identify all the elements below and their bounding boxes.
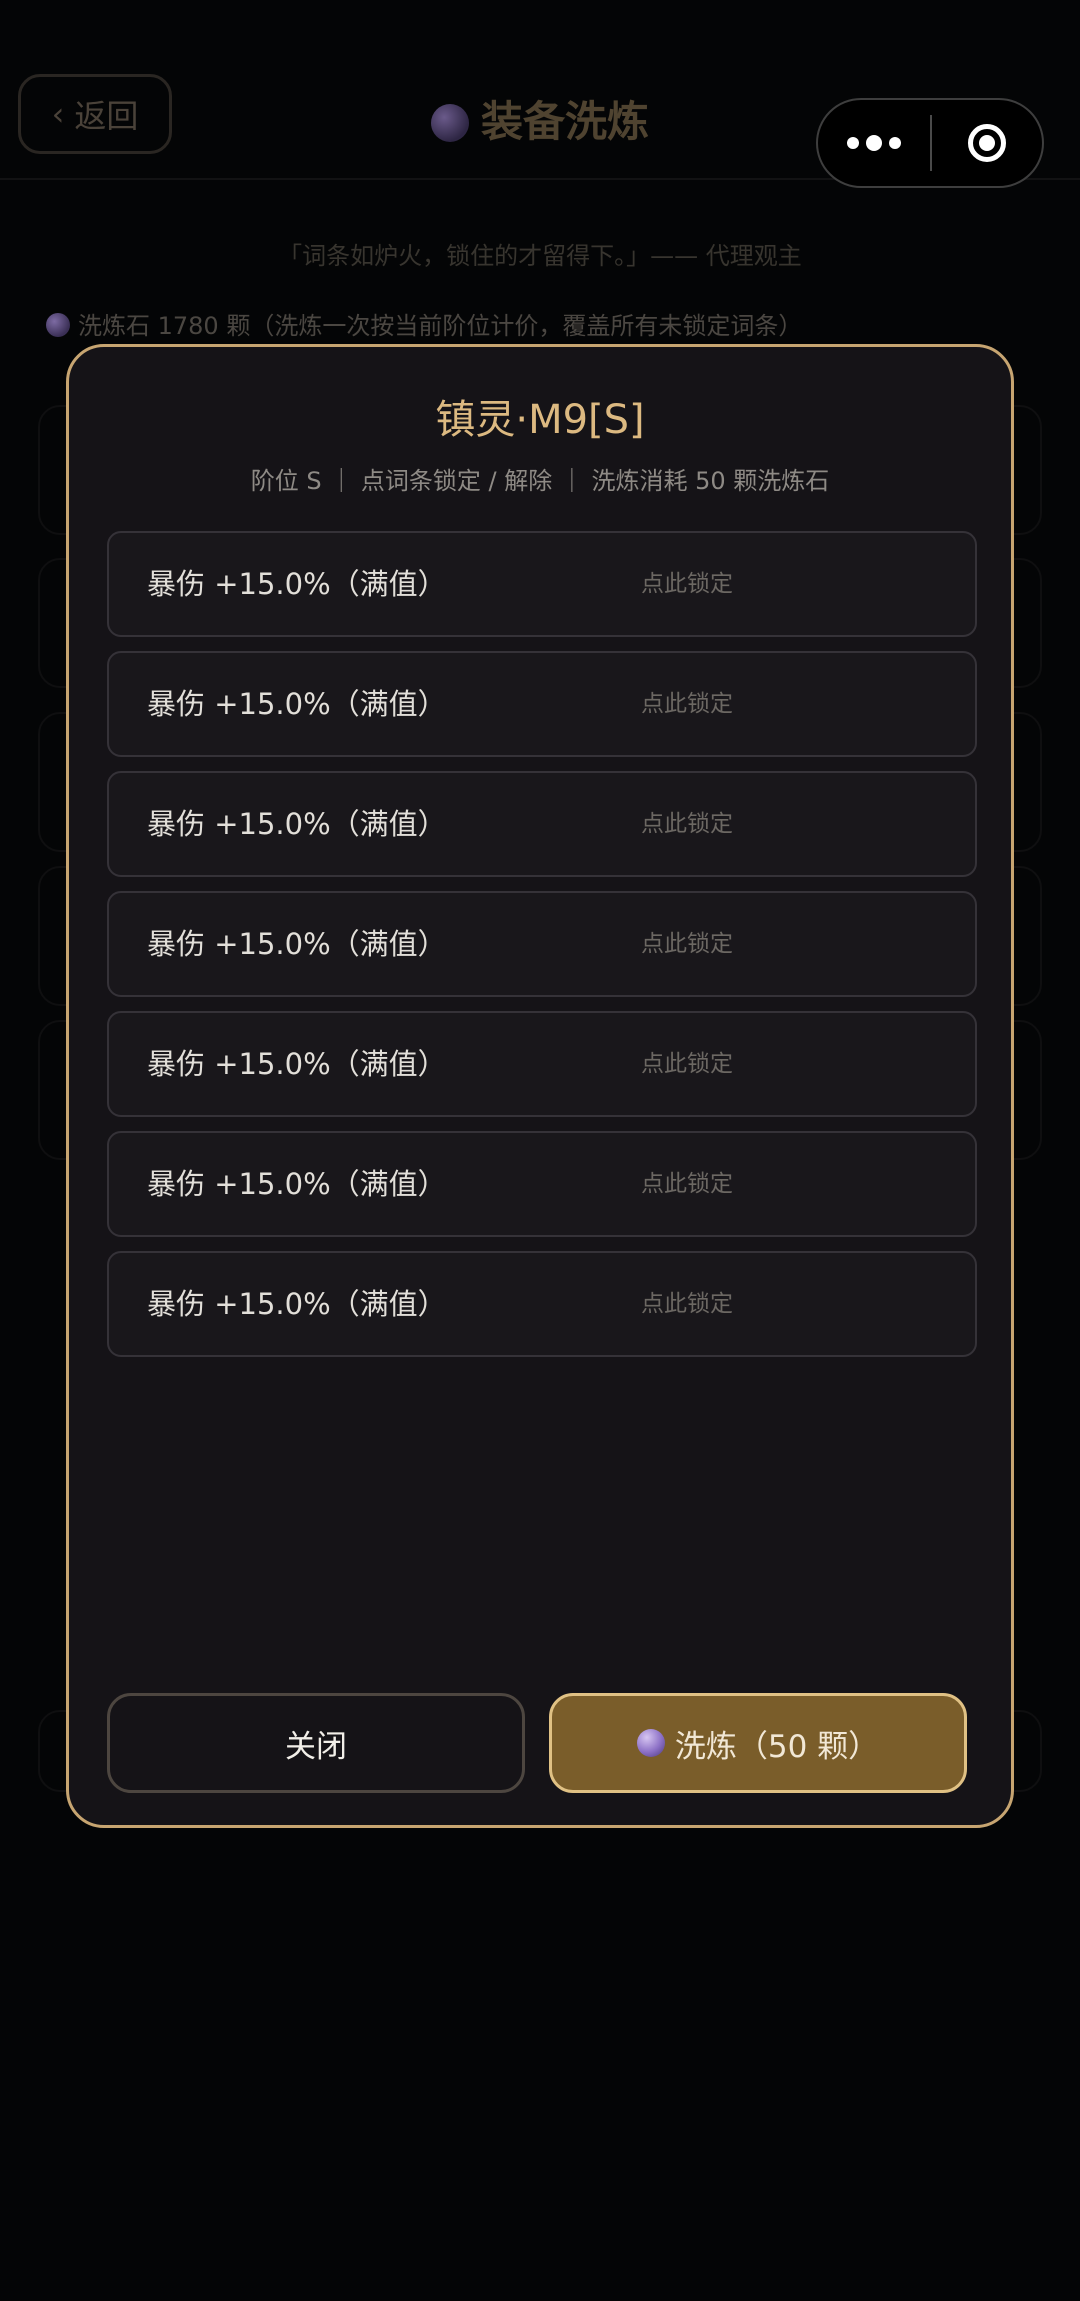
affix-text: 暴伤 +15.0%（满值） [147, 1287, 447, 1321]
refine-button-label: 洗炼（50 颗） [674, 1728, 880, 1765]
crystal-orb-icon [46, 313, 70, 337]
affix-row[interactable]: 暴伤 +15.0%（满值） 点此锁定 [107, 1011, 977, 1117]
affix-row[interactable]: 暴伤 +15.0%（满值） 点此锁定 [107, 651, 977, 757]
quote-text: 「词条如炉火，锁住的才留得下。」—— 代理观主 [278, 242, 802, 270]
affix-row[interactable]: 暴伤 +15.0%（满值） 点此锁定 [107, 771, 977, 877]
stone-balance-text: 洗炼石 1780 颗（洗炼一次按当前阶位计价，覆盖所有未锁定词条） [78, 312, 803, 340]
modal-subtitle: 阶位 S ｜ 点词条锁定 / 解除 ｜ 洗炼消耗 50 颗洗炼石 [250, 467, 830, 495]
affix-row[interactable]: 暴伤 +15.0%（满值） 点此锁定 [107, 1251, 977, 1357]
affix-text: 暴伤 +15.0%（满值） [147, 687, 447, 721]
stone-balance: 洗炼石 1780 颗（洗炼一次按当前阶位计价，覆盖所有未锁定词条） [46, 306, 802, 341]
target-circle-icon [968, 124, 1006, 162]
affix-row[interactable]: 暴伤 +15.0%（满值） 点此锁定 [107, 891, 977, 997]
lock-hint[interactable]: 点此锁定 [641, 773, 733, 875]
lock-hint[interactable]: 点此锁定 [641, 1253, 733, 1355]
lock-hint[interactable]: 点此锁定 [641, 653, 733, 755]
close-button[interactable]: 关闭 [107, 1693, 525, 1793]
affix-text: 暴伤 +15.0%（满值） [147, 1167, 447, 1201]
more-dots-icon[interactable] [818, 100, 930, 186]
affix-row[interactable]: 暴伤 +15.0%（满值） 点此锁定 [107, 531, 977, 637]
affix-row[interactable]: 暴伤 +15.0%（满值） 点此锁定 [107, 1131, 977, 1237]
close-button-label: 关闭 [285, 1728, 347, 1765]
affix-text: 暴伤 +15.0%（满值） [147, 1047, 447, 1081]
lock-hint[interactable]: 点此锁定 [641, 1013, 733, 1115]
affix-text: 暴伤 +15.0%（满值） [147, 927, 447, 961]
crystal-orb-icon [430, 104, 469, 142]
equipment-name: 镇灵·M9[S] [435, 397, 645, 443]
affix-text: 暴伤 +15.0%（满值） [147, 567, 447, 601]
lock-hint[interactable]: 点此锁定 [641, 533, 733, 635]
miniprogram-capsule [816, 98, 1044, 188]
refine-button[interactable]: 洗炼（50 颗） [549, 1693, 967, 1793]
lock-hint[interactable]: 点此锁定 [641, 1133, 733, 1235]
lock-hint[interactable]: 点此锁定 [641, 893, 733, 995]
close-miniprogram-button[interactable] [932, 124, 1042, 162]
affix-text: 暴伤 +15.0%（满值） [147, 807, 447, 841]
crystal-orb-icon [636, 1729, 665, 1757]
refine-modal: 镇灵·M9[S] 阶位 S ｜ 点词条锁定 / 解除 ｜ 洗炼消耗 50 颗洗炼… [66, 344, 1014, 1828]
page-title-text: 装备洗炼 [480, 97, 649, 146]
